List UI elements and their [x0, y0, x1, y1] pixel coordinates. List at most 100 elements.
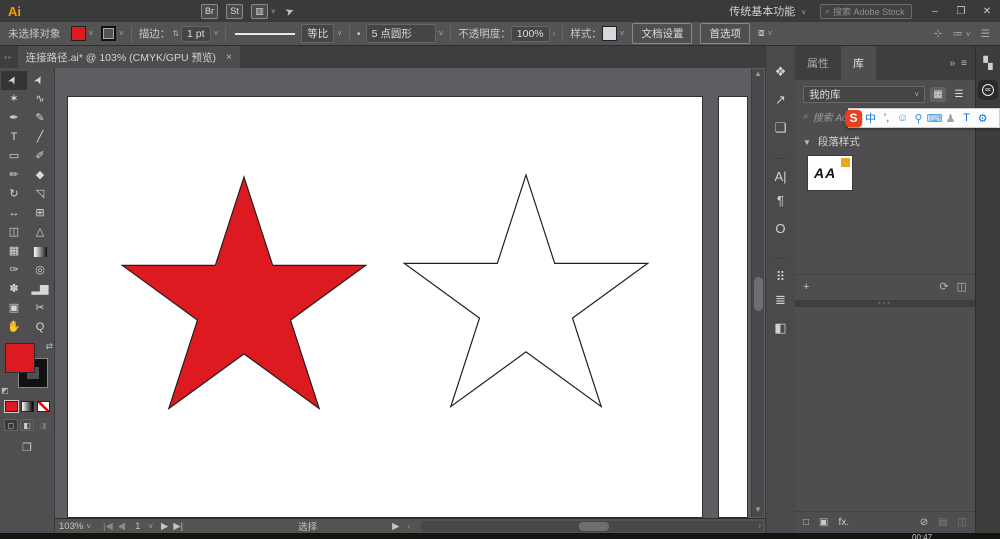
layers-icon[interactable]: ❖	[774, 58, 786, 86]
symbol-sprayer-tool[interactable]: ✽	[1, 280, 27, 299]
adobe-stock-icon[interactable]: ▚	[983, 56, 992, 70]
emoji-icon[interactable]: ☺	[895, 110, 910, 126]
isolate-icon[interactable]: ⧇	[758, 27, 765, 40]
status-back-icon[interactable]: ‹	[407, 521, 410, 532]
preferences-button[interactable]: 首选项	[700, 23, 750, 44]
microphone-icon[interactable]: ⚲	[911, 110, 926, 126]
draw-normal-button[interactable]: ◻	[4, 419, 18, 431]
scroll-up-icon[interactable]: ▲	[754, 69, 762, 81]
keyboard-icon[interactable]: ⌨	[927, 110, 942, 126]
color-button[interactable]	[5, 401, 18, 412]
eyedropper-tool[interactable]: ✑	[1, 261, 27, 280]
brush-definition-select[interactable]: 5 点圆形	[366, 24, 436, 43]
magic-wand-tool[interactable]: ✶	[1, 90, 27, 109]
perspective-grid-tool[interactable]: △	[27, 223, 53, 242]
first-artboard-icon[interactable]: |◀	[103, 521, 113, 532]
blank-style-icon[interactable]: □	[803, 517, 809, 528]
mesh-tool[interactable]: ▦	[1, 242, 27, 261]
shape-builder-tool[interactable]: ◫	[1, 223, 27, 242]
prev-artboard-icon[interactable]: ◀	[118, 521, 125, 532]
paragraph-icon[interactable]: ¶	[774, 186, 786, 214]
chevron-down-icon[interactable]: ˅	[620, 29, 625, 38]
chevron-down-icon[interactable]: ˅	[768, 29, 773, 38]
fill-color-swatch[interactable]	[71, 26, 86, 41]
control-menu-icon[interactable]: ☰	[981, 28, 990, 40]
type-tool[interactable]: T	[1, 128, 27, 147]
rotate-tool[interactable]: ↻	[1, 185, 27, 204]
status-play-icon[interactable]: ▶	[392, 521, 399, 532]
width-profile-select[interactable]: 等比	[301, 24, 334, 43]
width-tool[interactable]: ↔	[1, 204, 27, 223]
wrench-icon[interactable]: ⚙	[975, 110, 990, 126]
eraser-tool[interactable]: ◆	[27, 166, 53, 185]
vertical-scrollbar[interactable]: ▲ ▼	[751, 69, 764, 517]
chevron-down-icon[interactable]: ˅	[86, 522, 91, 531]
paragraph-styles-section[interactable]: ▼ 段落样式	[795, 128, 975, 153]
stock-button[interactable]: St	[226, 4, 243, 19]
column-graph-tool[interactable]: ▂▆	[27, 280, 53, 299]
panel-menu-icon[interactable]: ≡	[961, 58, 967, 69]
zoom-tool[interactable]: Q	[27, 318, 53, 337]
hand-tool[interactable]: ✋	[1, 318, 27, 337]
filled-style-icon[interactable]: ▣	[819, 517, 828, 528]
export-icon[interactable]: ↗	[774, 86, 786, 114]
document-setup-button[interactable]: 文档设置	[632, 23, 692, 44]
scroll-down-icon[interactable]: ▼	[754, 505, 762, 517]
add-item-button[interactable]: +	[803, 281, 809, 293]
zoom-level[interactable]: 103%	[59, 521, 83, 532]
transform-icon[interactable]: ⠿	[774, 258, 786, 286]
vertical-scroll-thumb[interactable]	[754, 277, 763, 311]
character-icon[interactable]: A|	[774, 158, 786, 186]
paragraph-style-thumbnail[interactable]: AA	[807, 155, 853, 191]
stroke-color-swatch[interactable]	[101, 26, 116, 41]
stock-search-input[interactable]: ⌕ 搜索 Adobe Stock	[820, 4, 912, 19]
ime-punctuation[interactable]: ’,	[879, 110, 894, 126]
curvature-tool[interactable]: ✎	[27, 109, 53, 128]
align-icon[interactable]: ≣	[774, 286, 786, 314]
direct-selection-tool[interactable]: ➤	[27, 71, 53, 90]
arrange-documents-icon[interactable]: ▥	[251, 4, 268, 19]
sogou-logo[interactable]: S	[845, 110, 862, 127]
chevron-down-icon[interactable]: ˅	[89, 29, 94, 38]
pencil-tool[interactable]: ✏	[1, 166, 27, 185]
horizontal-scrollbar[interactable]: ›	[421, 521, 763, 532]
document-tab[interactable]: 连接路径.ai* @ 103% (CMYK/GPU 预览) ×	[18, 46, 240, 68]
chevron-down-icon[interactable]: ˅	[214, 29, 219, 38]
tab-libraries[interactable]: 库	[841, 46, 876, 80]
pen-tool[interactable]: ✒	[1, 109, 27, 128]
artboard-tool[interactable]: ▣	[1, 299, 27, 318]
canvas-area[interactable]: ▲ ▼	[55, 68, 765, 518]
creative-cloud-icon[interactable]: cc	[978, 80, 998, 100]
horizontal-scroll-thumb[interactable]	[579, 522, 609, 531]
stepper-icon[interactable]: ⇅	[172, 29, 179, 38]
panel-options-icon[interactable]: ≔˅	[952, 28, 970, 40]
screen-mode-button[interactable]: ❐	[18, 441, 36, 454]
line-segment-tool[interactable]: ╱	[27, 128, 53, 147]
lasso-tool[interactable]: ∿	[27, 90, 53, 109]
restore-button[interactable]: ❐	[948, 2, 974, 20]
trash-icon[interactable]: ◫	[957, 280, 967, 293]
tab-properties[interactable]: 属性	[795, 46, 841, 80]
opacity-input[interactable]: 100%	[511, 26, 550, 42]
skin-shirt-icon[interactable]: T	[959, 110, 974, 126]
gradient-tool[interactable]	[27, 242, 53, 261]
opentype-icon[interactable]: O	[774, 214, 786, 242]
stroke-weight-input[interactable]: 1 pt	[181, 26, 211, 42]
no-style-icon[interactable]: ⊘	[920, 517, 928, 528]
close-button[interactable]: ✕	[974, 2, 1000, 20]
swap-fill-stroke-icon[interactable]: ⇄	[45, 341, 53, 352]
free-transform-tool[interactable]: ⊞	[27, 204, 53, 223]
blend-tool[interactable]: ◎	[27, 261, 53, 280]
next-artboard-icon[interactable]: ▶	[161, 521, 168, 532]
paintbrush-tool[interactable]: ✐	[27, 147, 53, 166]
tab-close-icon[interactable]: ×	[226, 52, 232, 63]
draw-behind-button[interactable]: ◧	[20, 419, 34, 431]
panel-splitter[interactable]: ▪▪▪	[795, 300, 975, 307]
workspace-switcher[interactable]: 传统基本功能 ˅	[729, 3, 806, 19]
minimize-button[interactable]: –	[922, 2, 948, 20]
expand-panel-icon[interactable]: »	[950, 58, 956, 69]
style-swatch[interactable]	[602, 26, 617, 41]
selection-tool[interactable]: ➤	[1, 71, 27, 90]
red-star[interactable]	[122, 177, 365, 409]
artboard[interactable]	[67, 96, 703, 518]
